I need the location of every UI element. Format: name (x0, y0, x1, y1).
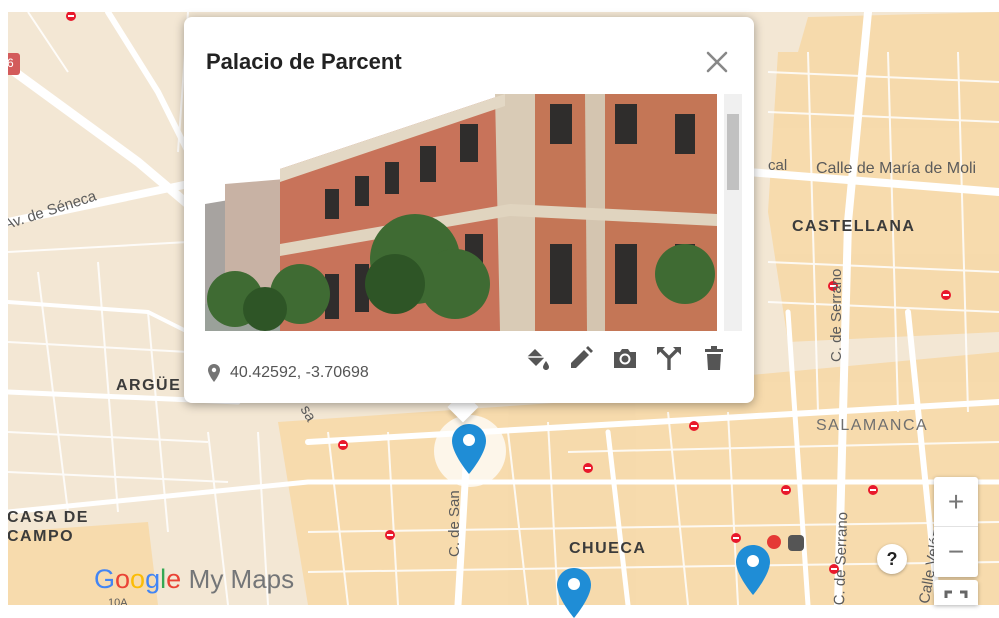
serrano-top-street-label: C. de Serrano (828, 268, 845, 362)
place-info-popup: Palacio de Parcent 40.42592, -3.70698 (184, 17, 754, 403)
coordinates-text: 40.42592, -3.70698 (230, 364, 369, 381)
google-my-maps-logo: Google My Maps (94, 564, 294, 595)
road-number-label: 10A (108, 597, 128, 605)
zoom-in-button[interactable]: + (934, 477, 978, 527)
logo-letter: o (130, 564, 146, 594)
my-maps-label: My Maps (188, 564, 295, 594)
place-marker-icon[interactable] (736, 545, 770, 595)
serrano-bottom-street-label: C. de Serrano (831, 511, 852, 605)
help-button[interactable]: ? (877, 544, 907, 574)
selected-place-marker-icon[interactable] (452, 424, 486, 474)
maria-molina-street-label: Calle de María de Moli (816, 160, 977, 177)
fullscreen-button[interactable] (934, 580, 978, 605)
logo-letter: g (145, 564, 161, 594)
arguelles-district-label: ARGÜE (116, 377, 182, 394)
photo-scrollbar[interactable] (724, 94, 742, 331)
close-icon[interactable] (700, 45, 734, 79)
place-marker-icon[interactable] (557, 568, 591, 618)
location-pin-icon (208, 364, 220, 382)
san-street-label: C. de San (446, 490, 463, 557)
place-title: Palacio de Parcent (206, 49, 402, 74)
route-shield-label: 6 (8, 56, 14, 70)
casa-de-district-label: CASA DE (8, 509, 89, 526)
camera-icon[interactable] (611, 344, 639, 372)
logo-letter: e (166, 564, 182, 594)
campo-district-label: CAMPO (8, 528, 75, 545)
zoom-control: + − (934, 477, 978, 577)
chueca-district-label: CHUECA (569, 540, 647, 557)
place-photo (205, 94, 717, 331)
edit-pencil-icon[interactable] (567, 344, 595, 372)
coordinates-row: 40.42592, -3.70698 (208, 364, 369, 382)
fullscreen-icon (944, 590, 968, 598)
scrollbar-thumb[interactable] (727, 114, 739, 190)
paint-bucket-icon[interactable] (522, 344, 550, 372)
zoom-out-button[interactable]: − (934, 527, 978, 576)
salamanca-district-label: SALAMANCA (816, 417, 929, 434)
castellana-district-label: CASTELLANA (792, 218, 916, 235)
logo-letter: o (115, 564, 131, 594)
logo-letter: G (94, 564, 116, 594)
directions-icon[interactable] (655, 344, 683, 372)
delete-icon[interactable] (700, 344, 728, 372)
cal-street-label: cal (768, 157, 788, 174)
